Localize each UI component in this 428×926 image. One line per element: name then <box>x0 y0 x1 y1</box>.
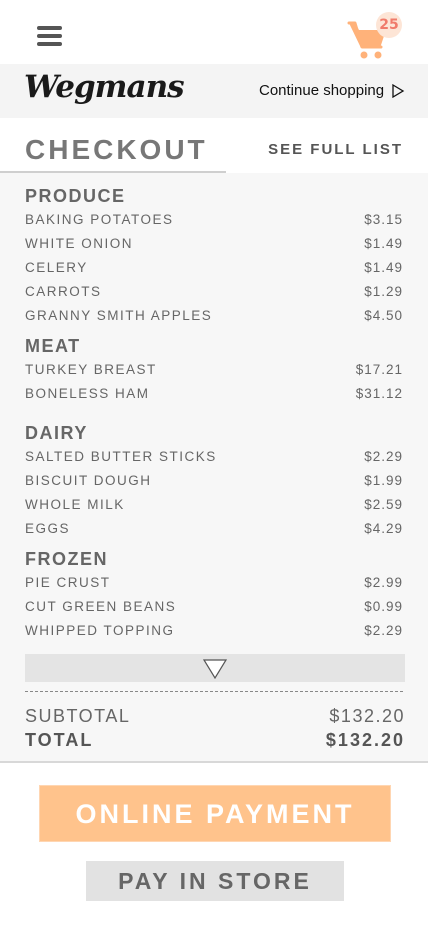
play-arrow-icon <box>392 83 405 98</box>
item-name: SALTED BUTTER STICKS <box>25 449 217 464</box>
item-price: $0.99 <box>364 599 403 614</box>
category-heading: MEAT <box>25 336 81 356</box>
total-row: TOTAL $132.20 <box>25 730 405 751</box>
item-name: BISCUIT DOUGH <box>25 473 152 488</box>
item-name: GRANNY SMITH APPLES <box>25 308 213 323</box>
item-name: BONELESS HAM <box>25 386 150 401</box>
list-item[interactable]: SALTED BUTTER STICKS $2.29 <box>25 445 403 469</box>
triangle-down-icon <box>203 659 227 679</box>
page-title: CHECKOUT <box>25 134 208 165</box>
item-price: $1.49 <box>364 260 403 275</box>
list-item[interactable]: EGGS $4.29 <box>25 517 403 541</box>
item-price: $1.99 <box>364 473 403 488</box>
list-item[interactable]: WHITE ONION $1.49 <box>25 232 403 256</box>
item-price: $2.59 <box>364 497 403 512</box>
subtotal-value: $132.20 <box>329 706 405 726</box>
list-item[interactable]: TURKEY BREAST $17.21 <box>25 358 403 382</box>
brand-bar: Wegmans Continue shopping <box>0 64 428 118</box>
item-price: $1.29 <box>364 284 403 299</box>
list-item[interactable]: GRANNY SMITH APPLES $4.50 <box>25 304 403 328</box>
list-item[interactable]: CELERY $1.49 <box>25 256 403 280</box>
category-heading: DAIRY <box>25 423 88 443</box>
item-name: CELERY <box>25 260 88 275</box>
item-price: $2.29 <box>364 623 403 638</box>
see-full-list-link[interactable]: SEE FULL LIST <box>268 141 403 158</box>
list-item[interactable]: BONELESS HAM $31.12 <box>25 382 403 406</box>
checkout-panel: CHECKOUT SEE FULL LIST PRODUCE BAKING PO… <box>0 118 428 763</box>
item-price: $2.99 <box>364 575 403 590</box>
checkout-header: CHECKOUT <box>0 118 226 173</box>
list-item[interactable]: BAKING POTATOES $3.15 <box>25 208 403 232</box>
expand-list-button[interactable] <box>25 654 405 682</box>
item-name: PIE CRUST <box>25 575 111 590</box>
item-price: $4.50 <box>364 308 403 323</box>
item-name: CARROTS <box>25 284 102 299</box>
item-name: WHOLE MILK <box>25 497 125 512</box>
item-name: CUT GREEN BEANS <box>25 599 177 614</box>
list-item[interactable]: CARROTS $1.29 <box>25 280 403 304</box>
header-right: SEE FULL LIST <box>226 118 428 173</box>
list-item[interactable]: WHIPPED TOPPING $2.29 <box>25 619 403 643</box>
item-price: $17.21 <box>355 362 403 377</box>
total-value: $132.20 <box>325 730 405 750</box>
item-price: $4.29 <box>364 521 403 536</box>
list-item[interactable]: WHOLE MILK $2.59 <box>25 493 403 517</box>
hamburger-menu-icon[interactable] <box>37 26 62 46</box>
subtotal-row: SUBTOTAL $132.20 <box>25 706 405 727</box>
subtotal-label: SUBTOTAL <box>25 706 131 726</box>
continue-shopping-label: Continue shopping <box>259 82 385 99</box>
continue-shopping-link[interactable]: Continue shopping <box>259 82 405 99</box>
online-payment-button[interactable]: ONLINE PAYMENT <box>39 785 391 842</box>
category-heading: FROZEN <box>25 549 108 569</box>
list-item[interactable]: PIE CRUST $2.99 <box>25 571 403 595</box>
category-heading: PRODUCE <box>25 186 126 206</box>
item-name: WHIPPED TOPPING <box>25 623 175 638</box>
top-bar: 25 <box>0 0 428 64</box>
item-price: $3.15 <box>364 212 403 227</box>
item-price: $2.29 <box>364 449 403 464</box>
item-name: WHITE ONION <box>25 236 133 251</box>
item-name: BAKING POTATOES <box>25 212 174 227</box>
item-list: PRODUCE BAKING POTATOES $3.15 WHITE ONION… <box>25 184 403 643</box>
item-name: TURKEY BREAST <box>25 362 157 377</box>
wegmans-logo[interactable]: Wegmans <box>24 69 185 105</box>
list-item[interactable]: CUT GREEN BEANS $0.99 <box>25 595 403 619</box>
item-price: $1.49 <box>364 236 403 251</box>
dashed-divider <box>25 691 403 692</box>
cart-button[interactable]: 25 <box>346 12 404 60</box>
total-label: TOTAL <box>25 730 94 750</box>
item-price: $31.12 <box>355 386 403 401</box>
cart-count-badge: 25 <box>376 12 402 38</box>
pay-in-store-button[interactable]: PAY IN STORE <box>86 861 344 901</box>
list-item[interactable]: BISCUIT DOUGH $1.99 <box>25 469 403 493</box>
item-name: EGGS <box>25 521 71 536</box>
